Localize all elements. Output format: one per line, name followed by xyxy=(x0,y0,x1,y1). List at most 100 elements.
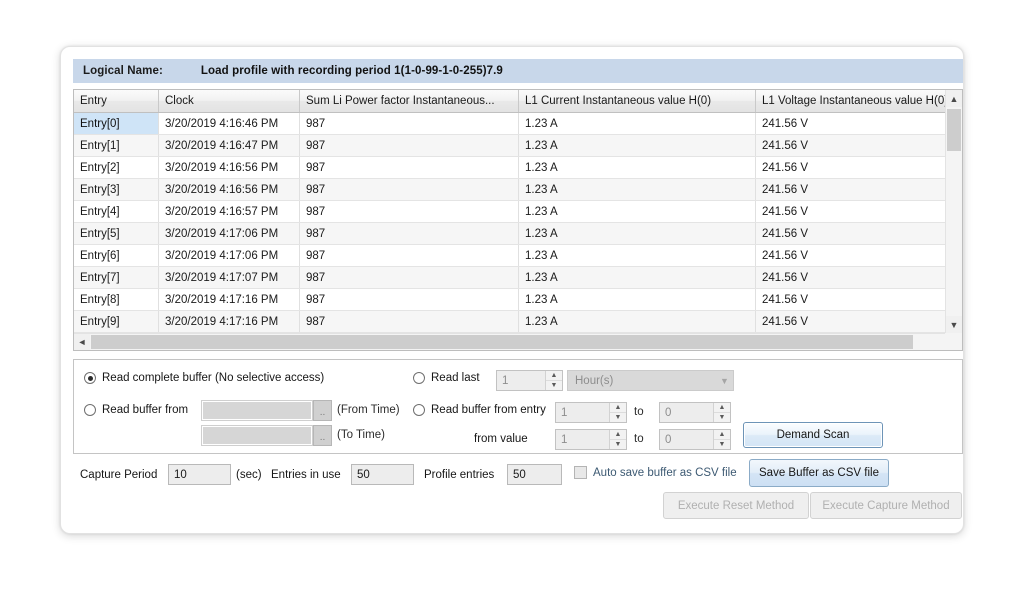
cell-sum-li[interactable]: 987 xyxy=(300,245,519,267)
grid-horizontal-scrollbar[interactable]: ◄ ► xyxy=(74,333,963,350)
table-row[interactable]: Entry[3]3/20/2019 4:16:56 PM9871.23 A241… xyxy=(74,179,963,201)
cell-l1-voltage[interactable]: 241.56 V xyxy=(756,267,964,289)
cell-l1-voltage[interactable]: 241.56 V xyxy=(756,311,964,333)
radio-button-icon[interactable] xyxy=(84,372,96,384)
cell-sum-li[interactable]: 987 xyxy=(300,135,519,157)
cell-l1-voltage[interactable]: 241.56 V xyxy=(756,223,964,245)
column-header-clock[interactable]: Clock xyxy=(159,90,300,113)
cell-l1-voltage[interactable]: 241.56 V xyxy=(756,179,964,201)
cell-l1-voltage[interactable]: 241.56 V xyxy=(756,157,964,179)
cell-l1-voltage[interactable]: 241.56 V xyxy=(756,245,964,267)
chevron-down-icon[interactable]: ▼ xyxy=(946,316,962,333)
vertical-scroll-thumb[interactable] xyxy=(947,109,961,151)
capture-period-input[interactable]: 10 xyxy=(168,464,231,485)
to-time-input[interactable] xyxy=(202,426,312,445)
column-header-entry[interactable]: Entry xyxy=(74,90,159,113)
cell-sum-li[interactable]: 987 xyxy=(300,157,519,179)
cell-l1-current[interactable]: 1.23 A xyxy=(519,223,756,245)
radio-read-last[interactable]: Read last xyxy=(413,372,480,384)
cell-entry[interactable]: Entry[1] xyxy=(74,135,159,157)
grid-vertical-scrollbar[interactable]: ▲ ▼ xyxy=(945,90,962,333)
profile-data-grid[interactable]: Entry Clock Sum Li Power factor Instanta… xyxy=(73,89,963,351)
table-row[interactable]: Entry[2]3/20/2019 4:16:56 PM9871.23 A241… xyxy=(74,157,963,179)
to-time-browse-button[interactable]: .. xyxy=(313,425,332,446)
cell-clock[interactable]: 3/20/2019 4:17:07 PM xyxy=(159,267,300,289)
cell-clock[interactable]: 3/20/2019 4:17:16 PM xyxy=(159,311,300,333)
table-row[interactable]: Entry[4]3/20/2019 4:16:57 PM9871.23 A241… xyxy=(74,201,963,223)
cell-clock[interactable]: 3/20/2019 4:16:56 PM xyxy=(159,157,300,179)
entries-in-use-input[interactable]: 50 xyxy=(351,464,414,485)
stepper-arrows-icon[interactable]: ▲▼ xyxy=(609,430,626,449)
cell-sum-li[interactable]: 987 xyxy=(300,223,519,245)
demand-scan-button[interactable]: Demand Scan xyxy=(743,422,883,448)
cell-l1-current[interactable]: 1.23 A xyxy=(519,135,756,157)
cell-l1-current[interactable]: 1.23 A xyxy=(519,245,756,267)
table-row[interactable]: Entry[9]3/20/2019 4:17:16 PM9871.23 A241… xyxy=(74,311,963,333)
chevron-left-icon[interactable]: ◄ xyxy=(74,334,90,350)
value-from-stepper[interactable]: 1 ▲▼ xyxy=(555,429,627,450)
cell-l1-current[interactable]: 1.23 A xyxy=(519,311,756,333)
cell-sum-li[interactable]: 987 xyxy=(300,201,519,223)
table-row[interactable]: Entry[8]3/20/2019 4:17:16 PM9871.23 A241… xyxy=(74,289,963,311)
cell-l1-voltage[interactable]: 241.56 V xyxy=(756,201,964,223)
stepper-arrows-icon[interactable]: ▲▼ xyxy=(713,430,730,449)
chevron-up-icon[interactable]: ▲ xyxy=(946,90,962,107)
stepper-arrows-icon[interactable]: ▲▼ xyxy=(713,403,730,422)
value-to-stepper[interactable]: 0 ▲▼ xyxy=(659,429,731,450)
cell-sum-li[interactable]: 987 xyxy=(300,113,519,135)
radio-read-complete-buffer[interactable]: Read complete buffer (No selective acces… xyxy=(84,372,324,384)
cell-entry[interactable]: Entry[7] xyxy=(74,267,159,289)
cell-l1-voltage[interactable]: 241.56 V xyxy=(756,113,964,135)
cell-l1-current[interactable]: 1.23 A xyxy=(519,201,756,223)
cell-sum-li[interactable]: 987 xyxy=(300,289,519,311)
from-time-input[interactable] xyxy=(202,401,312,420)
cell-l1-voltage[interactable]: 241.56 V xyxy=(756,135,964,157)
entry-to-stepper[interactable]: 0 ▲▼ xyxy=(659,402,731,423)
table-row[interactable]: Entry[6]3/20/2019 4:17:06 PM9871.23 A241… xyxy=(74,245,963,267)
cell-l1-current[interactable]: 1.23 A xyxy=(519,267,756,289)
radio-button-icon[interactable] xyxy=(413,372,425,384)
save-buffer-as-csv-button[interactable]: Save Buffer as CSV file xyxy=(749,459,889,487)
cell-sum-li[interactable]: 987 xyxy=(300,311,519,333)
cell-entry[interactable]: Entry[3] xyxy=(74,179,159,201)
stepper-arrows-icon[interactable]: ▲▼ xyxy=(545,371,562,390)
checkbox-icon[interactable] xyxy=(574,466,587,479)
table-row[interactable]: Entry[1]3/20/2019 4:16:47 PM9871.23 A241… xyxy=(74,135,963,157)
cell-l1-current[interactable]: 1.23 A xyxy=(519,157,756,179)
cell-sum-li[interactable]: 987 xyxy=(300,267,519,289)
from-time-browse-button[interactable]: .. xyxy=(313,400,332,421)
cell-clock[interactable]: 3/20/2019 4:17:06 PM xyxy=(159,245,300,267)
cell-clock[interactable]: 3/20/2019 4:16:46 PM xyxy=(159,113,300,135)
cell-entry[interactable]: Entry[8] xyxy=(74,289,159,311)
execute-capture-method-button[interactable]: Execute Capture Method xyxy=(810,492,962,519)
cell-l1-current[interactable]: 1.23 A xyxy=(519,289,756,311)
auto-save-csv-checkbox-row[interactable]: Auto save buffer as CSV file xyxy=(574,466,737,479)
column-header-l1-voltage[interactable]: L1 Voltage Instantaneous value H(0) xyxy=(756,90,964,113)
horizontal-scroll-thumb[interactable] xyxy=(91,335,913,349)
table-row[interactable]: Entry[7]3/20/2019 4:17:07 PM9871.23 A241… xyxy=(74,267,963,289)
cell-entry[interactable]: Entry[4] xyxy=(74,201,159,223)
column-header-sum-li-power-factor[interactable]: Sum Li Power factor Instantaneous... xyxy=(300,90,519,113)
cell-l1-current[interactable]: 1.23 A xyxy=(519,179,756,201)
cell-clock[interactable]: 3/20/2019 4:17:16 PM xyxy=(159,289,300,311)
cell-entry[interactable]: Entry[6] xyxy=(74,245,159,267)
stepper-arrows-icon[interactable]: ▲▼ xyxy=(609,403,626,422)
profile-entries-input[interactable]: 50 xyxy=(507,464,562,485)
column-header-l1-current[interactable]: L1 Current Instantaneous value H(0) xyxy=(519,90,756,113)
cell-entry[interactable]: Entry[0] xyxy=(74,113,159,135)
entry-from-stepper[interactable]: 1 ▲▼ xyxy=(555,402,627,423)
table-row[interactable]: Entry[0]3/20/2019 4:16:46 PM9871.23 A241… xyxy=(74,113,963,135)
cell-l1-voltage[interactable]: 241.56 V xyxy=(756,289,964,311)
radio-read-buffer-from-entry[interactable]: Read buffer from entry xyxy=(413,404,546,416)
radio-button-icon[interactable] xyxy=(413,404,425,416)
radio-read-buffer-from[interactable]: Read buffer from xyxy=(84,404,188,416)
cell-clock[interactable]: 3/20/2019 4:16:57 PM xyxy=(159,201,300,223)
cell-clock[interactable]: 3/20/2019 4:16:47 PM xyxy=(159,135,300,157)
read-last-count-stepper[interactable]: 1 ▲▼ xyxy=(496,370,563,391)
cell-clock[interactable]: 3/20/2019 4:17:06 PM xyxy=(159,223,300,245)
cell-entry[interactable]: Entry[9] xyxy=(74,311,159,333)
radio-button-icon[interactable] xyxy=(84,404,96,416)
chevron-down-icon[interactable]: ▼ xyxy=(716,376,733,386)
cell-sum-li[interactable]: 987 xyxy=(300,179,519,201)
cell-clock[interactable]: 3/20/2019 4:16:56 PM xyxy=(159,179,300,201)
